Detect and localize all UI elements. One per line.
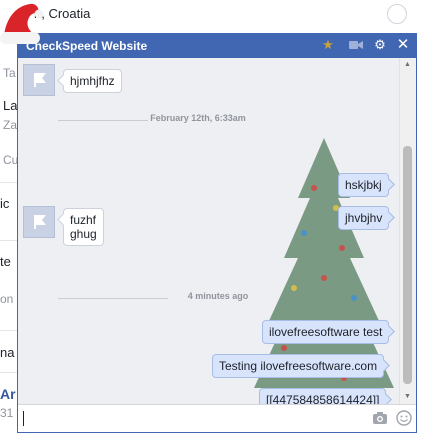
divider — [0, 330, 18, 331]
bg-fragment: na — [0, 345, 15, 360]
close-icon[interactable]: ✕ — [395, 37, 411, 53]
bg-fragment: Za — [3, 118, 18, 132]
bg-fragment: 31 — [0, 406, 14, 420]
scroll-up-arrow-icon[interactable]: ▲ — [400, 58, 415, 72]
divider — [0, 182, 18, 183]
divider — [0, 372, 18, 373]
star-icon[interactable]: ★ — [320, 37, 336, 53]
message-bubble[interactable]: ilovefreesoftware test — [262, 320, 390, 344]
radio-circle[interactable] — [387, 4, 407, 24]
chat-scrollbar[interactable]: ▲ ▼ — [399, 58, 415, 404]
scroll-down-arrow-icon[interactable]: ▼ — [400, 390, 415, 404]
message-bubble[interactable]: [[447584858614424]] — [259, 388, 387, 404]
date-divider: February 12th, 6:33am — [58, 113, 288, 127]
avatar[interactable] — [23, 206, 55, 238]
santa-hat-icon — [0, 3, 44, 44]
chat-title[interactable]: CheckSpeed Website — [26, 39, 147, 53]
divider — [0, 240, 18, 241]
scroll-thumb[interactable] — [403, 146, 412, 384]
bg-fragment: ic — [0, 196, 10, 211]
message-bubble[interactable]: Testing ilovefreesoftware.com — [212, 354, 385, 378]
camera-icon[interactable] — [372, 410, 388, 426]
chat-header[interactable]: CheckSpeed Website ★ ⚙ ✕ — [18, 34, 416, 58]
message-line: ghug — [70, 227, 97, 241]
chat-window[interactable]: CheckSpeed Website ★ ⚙ ✕ hjmhjfhz Februa… — [17, 33, 417, 433]
video-call-icon[interactable] — [348, 37, 364, 53]
bg-fragment: on — [0, 292, 14, 306]
message-bubble[interactable]: hjmhjfhz — [63, 69, 122, 93]
bg-fragment: Ta — [3, 66, 16, 80]
message-bubble[interactable]: fuzhf ghug — [63, 208, 104, 246]
avatar[interactable] — [23, 64, 55, 96]
message-line: fuzhf — [70, 213, 97, 227]
date-divider-label: 4 minutes ago — [187, 291, 249, 301]
date-divider: 4 minutes ago — [58, 291, 288, 305]
message-bubble[interactable]: jhvbjhv — [338, 206, 390, 230]
gear-icon[interactable]: ⚙ — [372, 37, 388, 53]
text-caret — [23, 411, 24, 426]
chat-messages[interactable]: hjmhjfhz February 12th, 6:33am hskjbkj j… — [18, 58, 416, 404]
date-divider-label: February 12th, 6:33am — [150, 113, 246, 123]
message-input[interactable] — [18, 404, 416, 432]
message-bubble[interactable]: hskjbkj — [338, 173, 389, 197]
bg-fragment: La — [3, 98, 18, 113]
emoji-icon[interactable] — [396, 410, 412, 426]
bg-fragment: te — [0, 254, 11, 269]
bg-fragment: Ar — [0, 386, 16, 402]
